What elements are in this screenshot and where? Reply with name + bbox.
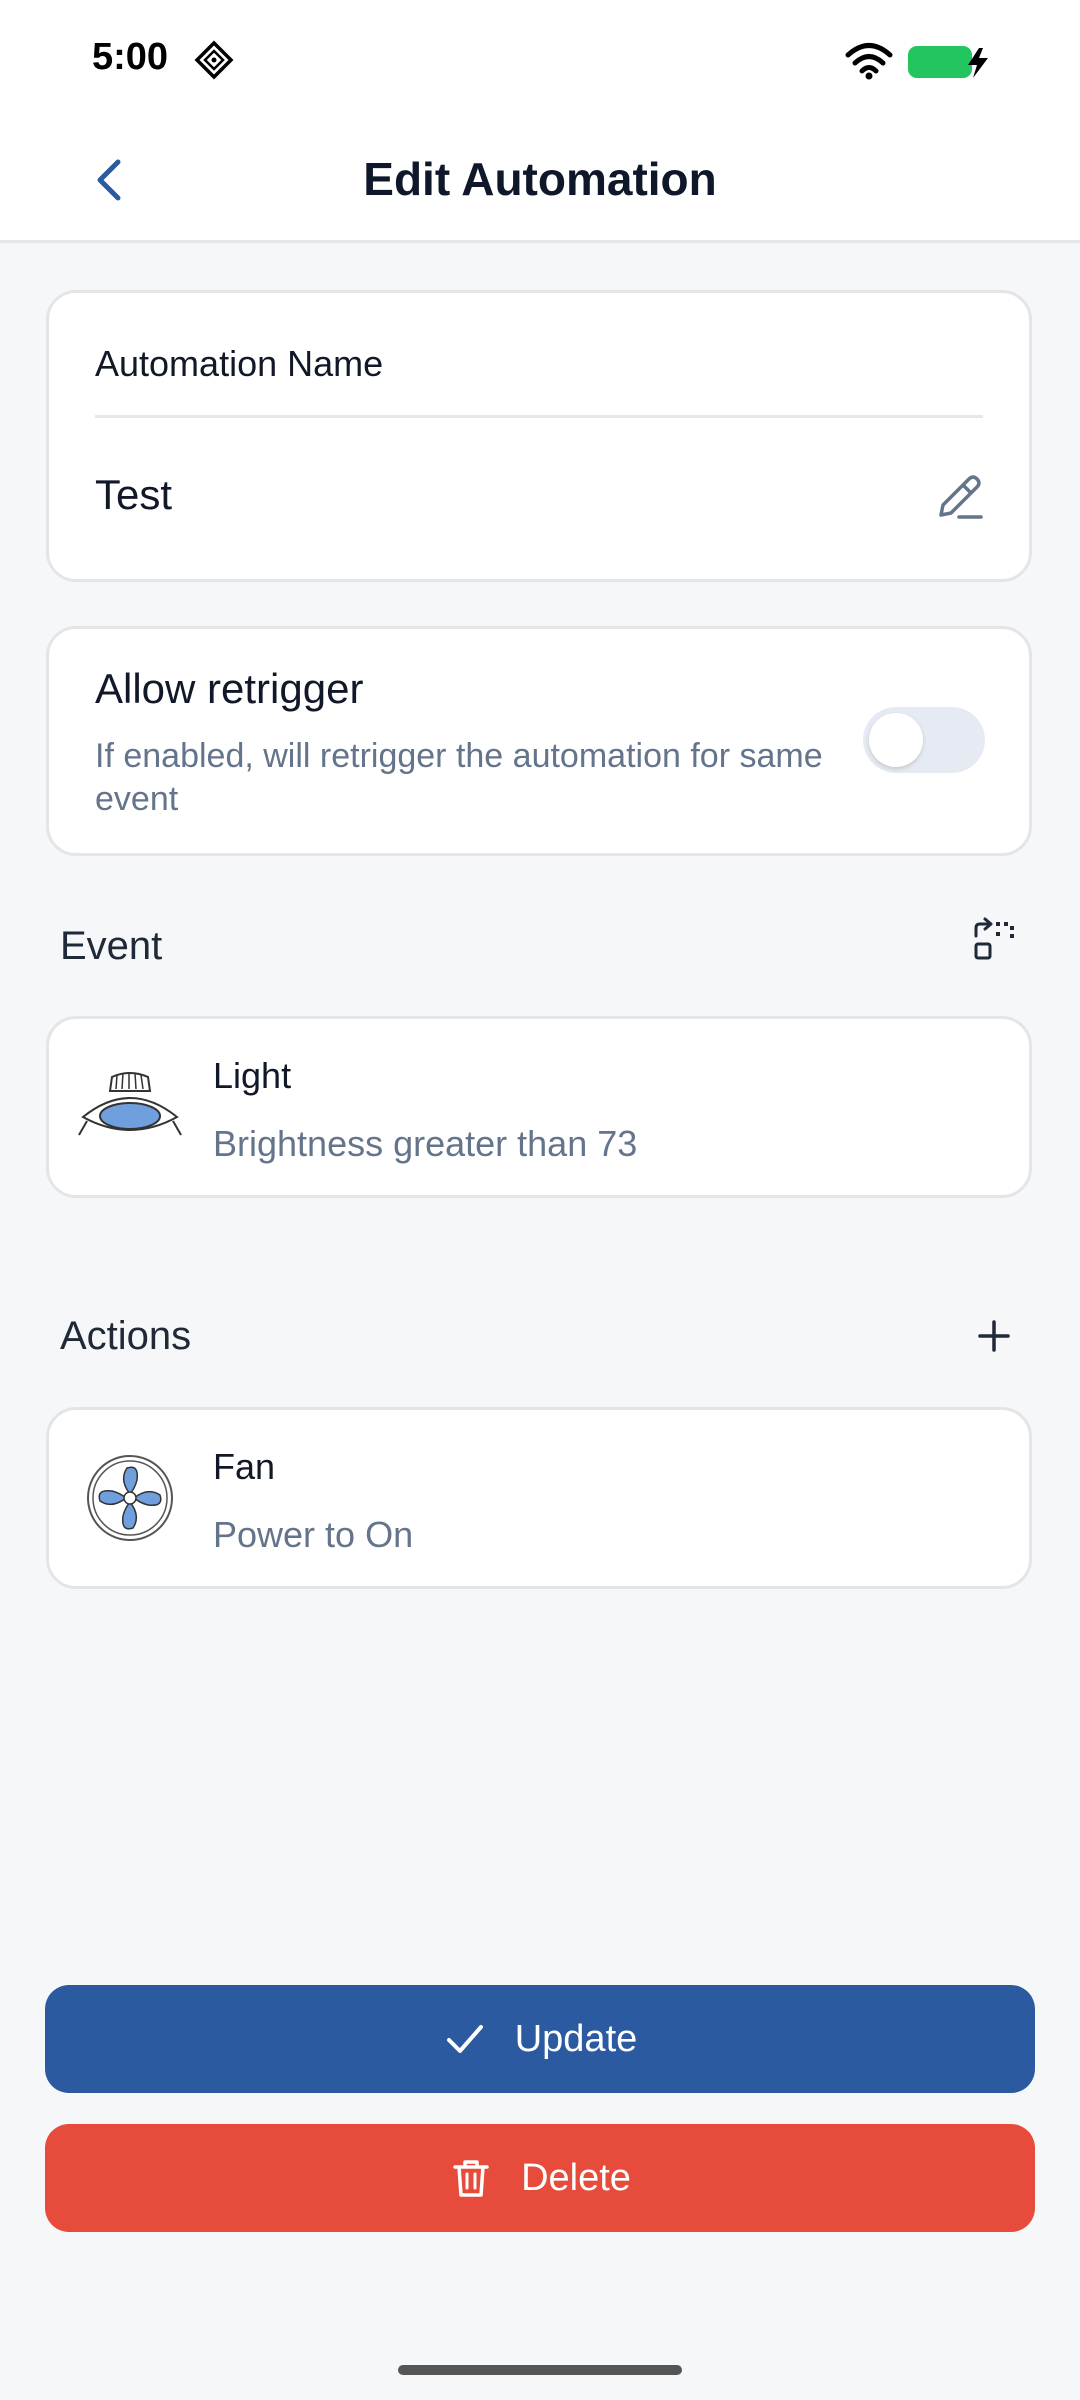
automation-name-value: Test (95, 471, 173, 518)
allow-retrigger-title: Allow retrigger (95, 665, 364, 712)
event-section-title: Event (60, 924, 163, 968)
update-button-label: Update (514, 2017, 638, 2060)
trash-icon (453, 2160, 489, 2197)
allow-retrigger-description: If enabled, will retrigger the automatio… (95, 737, 823, 818)
event-condition: Brightness greater than 73 (213, 1123, 638, 1164)
update-button[interactable]: Update (45, 1985, 1035, 2093)
divider (95, 415, 983, 418)
location-diamond-icon (194, 40, 234, 80)
wifi-icon (845, 43, 893, 80)
pencil-icon[interactable] (931, 469, 987, 525)
allow-retrigger-card: Allow retrigger If enabled, will retrigg… (46, 626, 1032, 856)
status-bar: 5:00 (0, 0, 1080, 120)
automation-name-label: Automation Name (95, 343, 384, 384)
checkmark-icon (446, 2025, 483, 2053)
event-device-name: Light (213, 1055, 292, 1096)
page-title: Edit Automation (363, 153, 717, 205)
event-item-light[interactable]: Light Brightness greater than 73 (46, 1016, 1032, 1198)
actions-section-title: Actions (60, 1314, 192, 1358)
delete-button-label: Delete (521, 2156, 631, 2199)
status-time: 5:00 (92, 36, 169, 78)
action-item-fan[interactable]: Fan Power to On (46, 1407, 1032, 1589)
delete-button[interactable]: Delete (45, 2124, 1035, 2232)
light-icon (78, 1072, 182, 1136)
toggle-knob (869, 713, 923, 767)
plus-icon (978, 1320, 1010, 1352)
change-event-icon[interactable] (964, 914, 1024, 974)
add-action-button[interactable] (964, 1306, 1024, 1366)
automation-name-card: Automation Name Test (46, 290, 1032, 582)
action-device-name: Fan (213, 1446, 276, 1487)
battery-charging-icon (908, 46, 988, 78)
action-setting: Power to On (213, 1514, 414, 1555)
home-indicator[interactable] (398, 2365, 682, 2375)
nav-bar: Edit Automation (0, 120, 1080, 243)
fan-icon (87, 1455, 173, 1541)
allow-retrigger-toggle[interactable] (863, 707, 985, 773)
